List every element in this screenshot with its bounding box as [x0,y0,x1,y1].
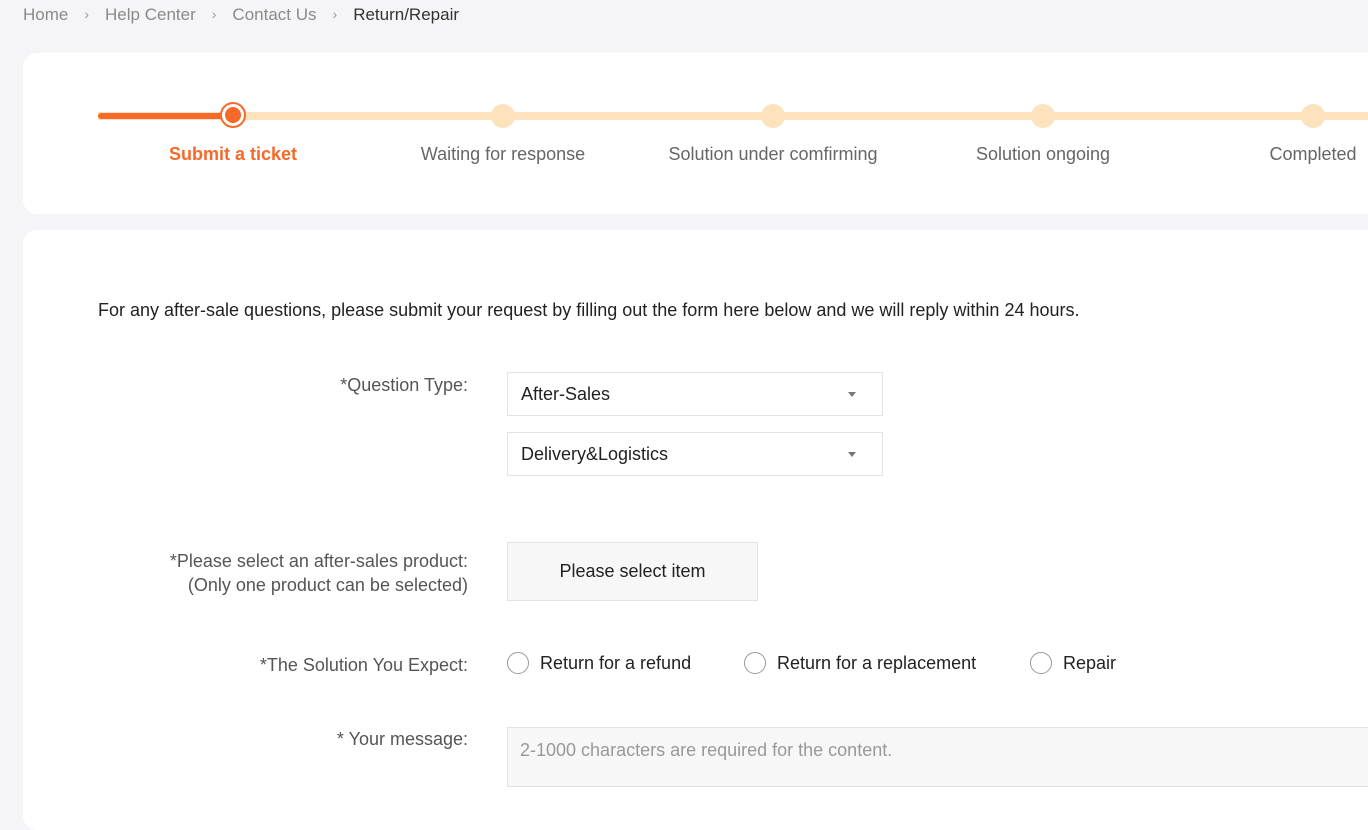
caret-down-icon [848,452,856,457]
step-label-ongoing: Solution ongoing [975,144,1111,164]
question-type-value: After-Sales [521,383,611,404]
breadcrumb-current: Return/Repair [353,5,460,24]
step-dot-confirming [761,104,785,128]
chevron-right-icon: › [211,6,217,22]
radio-repair-label: Repair [1063,652,1117,673]
step-label-waiting: Waiting for response [420,144,586,164]
solution-label: *The Solution You Expect: [259,655,468,675]
product-label: *Please select an after-sales product: (… [170,549,468,597]
progress-track [98,112,1368,120]
radio-return-refund[interactable]: Return for a refund [507,652,691,674]
select-item-button[interactable]: Please select item [507,542,758,601]
radio-circle-icon[interactable] [507,652,529,674]
breadcrumb-help-center[interactable]: Help Center [105,5,196,25]
form-intro: For any after-sale questions, please sub… [98,300,1080,320]
progress-card [23,53,1368,214]
radio-circle-icon[interactable] [744,652,766,674]
breadcrumb-home[interactable]: Home [23,5,68,25]
step-label-confirming: Solution under comfirming [668,144,878,164]
radio-return-refund-label: Return for a refund [540,652,692,673]
breadcrumb-contact-us[interactable]: Contact Us [232,5,316,25]
progress-track-completed [98,113,233,119]
step-dot-submit [220,102,246,128]
chevron-right-icon: › [84,6,90,22]
radio-return-replacement[interactable]: Return for a replacement [744,652,976,674]
message-textarea[interactable] [507,727,1368,787]
breadcrumb: Home › Help Center › Contact Us › Return… [23,4,459,26]
step-label-completed: Completed [1269,144,1357,164]
step-dot-completed [1301,104,1325,128]
step-dot-ongoing [1031,104,1055,128]
question-type-label: *Question Type: [340,375,468,395]
question-type-select[interactable]: After-Sales [507,372,883,416]
chevron-right-icon: › [332,6,338,22]
step-label-submit: Submit a ticket [168,144,298,164]
question-subtype-select[interactable]: Delivery&Logistics [507,432,883,476]
message-label: * Your message: [336,729,468,749]
step-dot-waiting [491,104,515,128]
radio-return-replacement-label: Return for a replacement [777,652,977,673]
question-subtype-value: Delivery&Logistics [521,443,669,464]
caret-down-icon [848,392,856,397]
product-label-line1: *Please select an after-sales product: [169,551,468,571]
radio-repair[interactable]: Repair [1030,652,1116,674]
product-label-line2: (Only one product can be selected) [187,575,468,595]
radio-circle-icon[interactable] [1030,652,1052,674]
